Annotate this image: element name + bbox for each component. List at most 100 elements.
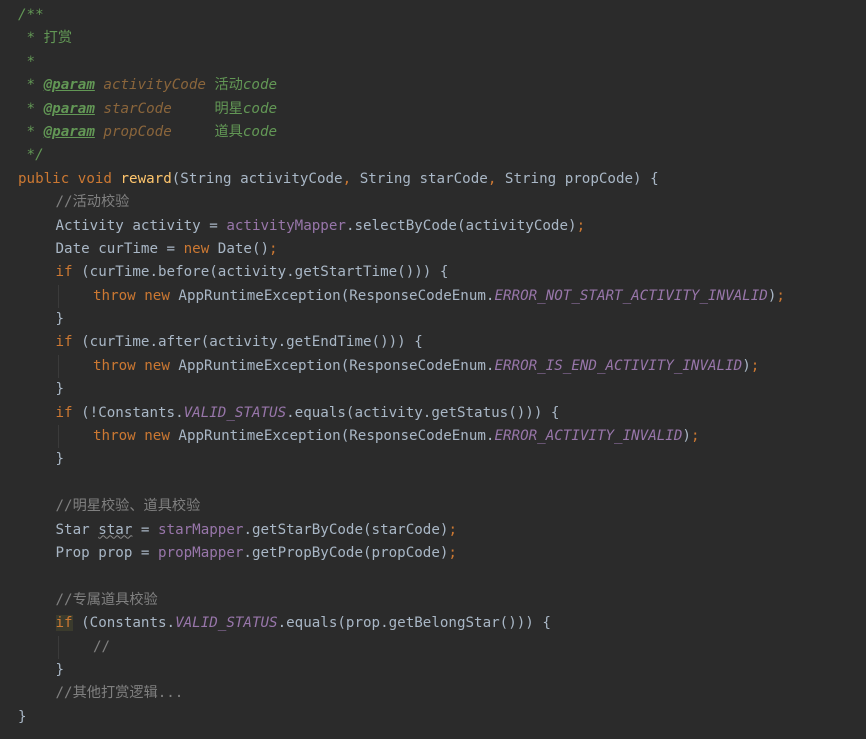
code-token: code bbox=[242, 100, 278, 117]
code-line[interactable]: * @param propCode 道具code bbox=[0, 121, 866, 144]
code-line[interactable]: throw new AppRuntimeException(ResponseCo… bbox=[0, 284, 866, 309]
code-line[interactable]: //其他打赏逻辑... bbox=[0, 682, 866, 705]
code-line[interactable]: //专属道具校验 bbox=[0, 589, 866, 612]
code-line[interactable]: } bbox=[0, 448, 866, 471]
code-line[interactable]: Date curTime = new Date(); bbox=[0, 238, 866, 261]
code-token: * bbox=[18, 100, 44, 117]
code-token: reward bbox=[120, 170, 172, 187]
code-token: AppRuntimeException(ResponseCodeEnum. bbox=[178, 357, 495, 374]
code-line[interactable]: Prop prop = propMapper.getPropByCode(pro… bbox=[0, 542, 866, 565]
code-token: .getStarByCode(starCode) bbox=[243, 521, 449, 538]
code-token: ) bbox=[682, 428, 691, 445]
indent-guide bbox=[57, 284, 59, 309]
code-line[interactable]: //明星校验、道具校验 bbox=[0, 495, 866, 518]
code-token: ; bbox=[448, 544, 457, 561]
code-token: if bbox=[55, 404, 82, 421]
indent-guide bbox=[57, 635, 59, 659]
code-line[interactable] bbox=[0, 565, 866, 588]
code-line[interactable]: if (curTime.before(activity.getStartTime… bbox=[0, 261, 866, 284]
code-token: if bbox=[55, 264, 82, 281]
code-token: propMapper bbox=[158, 544, 244, 561]
code-line[interactable]: if (!Constants.VALID_STATUS.equals(activ… bbox=[0, 402, 866, 425]
code-token: * bbox=[18, 77, 44, 94]
code-token: } bbox=[55, 381, 65, 398]
code-line[interactable]: */ bbox=[0, 144, 866, 167]
code-token: (curTime.before(activity.getStartTime())… bbox=[81, 264, 449, 281]
code-token: VALID_STATUS bbox=[175, 615, 278, 632]
code-token: new bbox=[183, 240, 218, 257]
code-token: ; bbox=[690, 428, 700, 445]
code-token: //活动校验 bbox=[55, 194, 130, 211]
code-line[interactable] bbox=[0, 472, 866, 495]
code-line[interactable]: * @param starCode 明星code bbox=[0, 98, 866, 121]
code-token: propCode bbox=[103, 123, 172, 140]
code-token: //明星校验、道具校验 bbox=[55, 498, 201, 515]
code-line[interactable]: throw new AppRuntimeException(ResponseCo… bbox=[0, 354, 866, 379]
code-token: * bbox=[18, 53, 36, 70]
code-token: (Constants. bbox=[72, 615, 176, 632]
code-token: ) bbox=[742, 357, 751, 374]
code-token: } bbox=[55, 311, 65, 328]
code-token: } bbox=[55, 661, 65, 678]
code-token: , bbox=[487, 170, 505, 187]
code-token: 打赏 bbox=[43, 30, 73, 47]
code-token: Star bbox=[55, 521, 99, 538]
code-line[interactable]: } bbox=[0, 706, 866, 729]
code-token: */ bbox=[18, 147, 44, 164]
code-token: Prop prop = bbox=[55, 544, 158, 561]
code-token: } bbox=[55, 451, 65, 468]
code-token: .equals(prop.getBelongStar())) { bbox=[277, 615, 551, 632]
code-token: } bbox=[18, 708, 27, 725]
code-token: Activity activity = bbox=[55, 217, 227, 234]
code-line[interactable]: * bbox=[0, 51, 866, 74]
code-token: @param bbox=[43, 100, 95, 117]
code-token: * bbox=[18, 30, 44, 47]
code-token: activityCode bbox=[103, 77, 206, 94]
code-token: 道具 bbox=[214, 123, 243, 140]
code-line[interactable]: if (curTime.after(activity.getEndTime())… bbox=[0, 331, 866, 354]
code-line[interactable]: throw new AppRuntimeException(ResponseCo… bbox=[0, 425, 866, 449]
code-line[interactable]: * @param activityCode 活动code bbox=[0, 74, 866, 97]
code-line[interactable]: } bbox=[0, 378, 866, 401]
code-token: if bbox=[55, 334, 82, 351]
code-token: .getPropByCode(propCode) bbox=[243, 544, 449, 561]
code-token: starMapper bbox=[158, 521, 244, 538]
code-line[interactable]: } bbox=[0, 308, 866, 331]
code-line[interactable]: //活动校验 bbox=[0, 191, 866, 214]
code-token: //专属道具校验 bbox=[55, 591, 158, 608]
code-token: , bbox=[342, 170, 360, 187]
code-line[interactable]: Star star = starMapper.getStarByCode(sta… bbox=[0, 519, 866, 542]
code-token: 活动 bbox=[214, 77, 243, 94]
code-token: throw new bbox=[93, 428, 179, 445]
code-token: = bbox=[132, 521, 159, 538]
code-token: .equals(activity.getStatus())) { bbox=[286, 404, 560, 421]
code-line[interactable]: * 打赏 bbox=[0, 27, 866, 50]
code-token: @param bbox=[43, 123, 95, 140]
code-token: /** bbox=[18, 7, 44, 23]
code-editor[interactable]: /** * 打赏 * * @param activityCode 活动code … bbox=[0, 0, 866, 739]
code-token: (!Constants. bbox=[81, 404, 184, 421]
code-line[interactable]: Activity activity = activityMapper.selec… bbox=[0, 215, 866, 238]
code-token: (String activityCode bbox=[171, 170, 343, 187]
code-token: public void bbox=[18, 170, 121, 187]
code-token: throw new bbox=[93, 287, 179, 304]
code-token: 明星 bbox=[214, 100, 243, 117]
code-token: activityMapper bbox=[226, 217, 346, 234]
code-token: Date curTime = bbox=[55, 240, 184, 257]
code-line[interactable]: /** bbox=[0, 4, 866, 27]
code-token: ; bbox=[776, 287, 785, 304]
code-token: ; bbox=[269, 240, 278, 257]
code-line[interactable]: if (Constants.VALID_STATUS.equals(prop.g… bbox=[0, 612, 866, 635]
code-token: ; bbox=[750, 357, 760, 374]
code-token: VALID_STATUS bbox=[183, 404, 287, 421]
code-token: ERROR_IS_END_ACTIVITY_INVALID bbox=[494, 357, 743, 374]
code-line[interactable]: public void reward(String activityCode, … bbox=[0, 168, 866, 191]
code-token: Date() bbox=[217, 240, 270, 257]
code-line[interactable]: } bbox=[0, 659, 866, 682]
code-line[interactable]: // bbox=[0, 635, 866, 659]
code-token: star bbox=[98, 521, 133, 538]
code-token: ; bbox=[576, 217, 586, 234]
code-token: if bbox=[55, 615, 73, 632]
